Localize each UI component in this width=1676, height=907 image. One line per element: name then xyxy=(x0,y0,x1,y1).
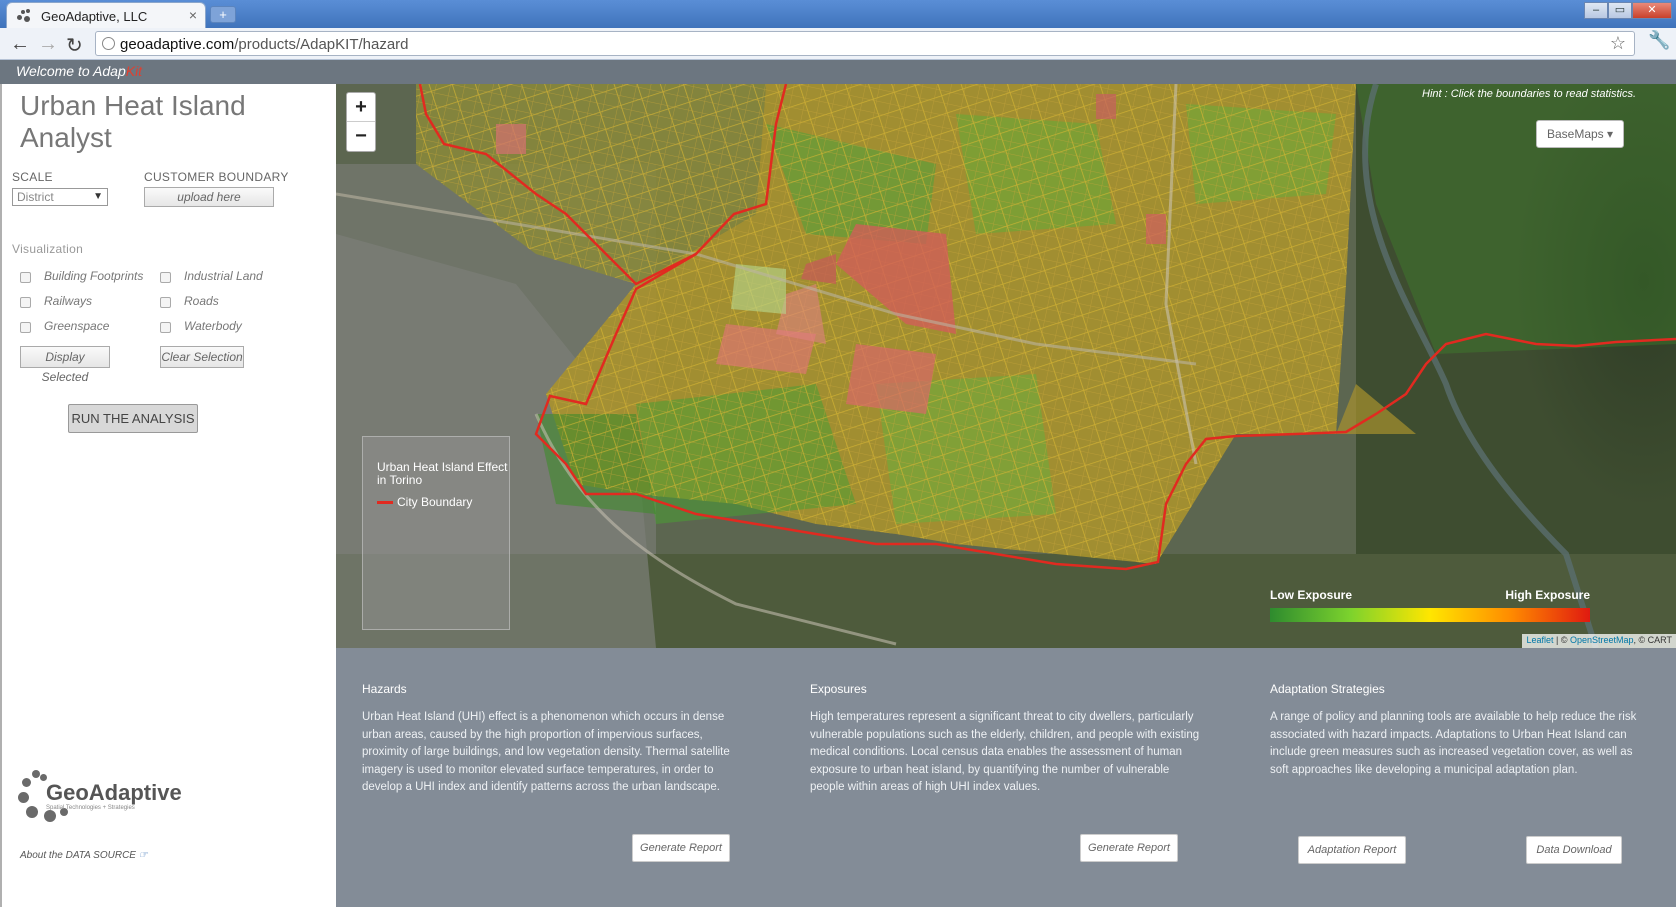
display-selected-button[interactable]: Display Selected xyxy=(20,346,110,384)
sidebar: Urban Heat Island Analyst SCALE District… xyxy=(0,84,336,907)
hazards-title: Hazards xyxy=(362,682,407,696)
high-exposure-label: High Exposure xyxy=(1505,588,1590,602)
chevron-down-icon: ▼ xyxy=(93,191,103,202)
welcome-bar: Welcome to AdapKit xyxy=(0,60,1676,84)
visualization-label: Visualization xyxy=(12,242,84,256)
scale-select[interactable]: District ▼ xyxy=(12,188,108,206)
scale-label: SCALE xyxy=(12,170,53,184)
greenspace-checkbox[interactable] xyxy=(20,322,31,333)
exposure-color-ramp xyxy=(1270,608,1590,622)
low-exposure-label: Low Exposure xyxy=(1270,588,1353,602)
geoadaptive-logo: GeoAdaptive Spatial Technologies + Strat… xyxy=(18,770,188,840)
maximize-button[interactable]: ▭ xyxy=(1608,2,1632,19)
browser-tab[interactable]: GeoAdaptive, LLC × xyxy=(6,2,206,28)
about-link-label: About the DATA SOURCE xyxy=(20,850,136,861)
building-footprints-checkbox[interactable] xyxy=(20,272,31,283)
map-attribution: Leaflet | © OpenStreetMap, © CART xyxy=(1522,634,1676,648)
tab-close-icon[interactable]: × xyxy=(189,7,197,23)
exposures-generate-report-button[interactable]: Generate Report xyxy=(1080,834,1178,862)
leaflet-link[interactable]: Leaflet xyxy=(1526,635,1553,645)
url-path: /products/AdapKIT/hazard xyxy=(234,36,409,53)
minimize-button[interactable]: ‒ xyxy=(1584,2,1608,19)
tab-title: GeoAdaptive, LLC xyxy=(41,9,148,24)
clear-selection-button[interactable]: Clear Selection xyxy=(160,346,244,368)
adaptation-text: A range of policy and planning tools are… xyxy=(1270,711,1637,776)
roads-checkbox[interactable] xyxy=(160,297,171,308)
globe-icon xyxy=(102,37,115,50)
address-bar[interactable]: geoadaptive.com/products/AdapKIT/hazard … xyxy=(95,31,1635,56)
forward-arrow-icon[interactable]: → xyxy=(38,33,58,56)
basemaps-button[interactable]: BaseMaps ▾ xyxy=(1536,120,1624,148)
run-analysis-button[interactable]: RUN THE ANALYSIS xyxy=(68,404,198,433)
city-boundary-swatch xyxy=(377,501,393,504)
reload-icon[interactable]: ↻ xyxy=(66,33,83,58)
adaptation-title: Adaptation Strategies xyxy=(1270,682,1385,696)
logo-name: GeoAdaptive xyxy=(46,780,182,805)
railways-checkbox[interactable] xyxy=(20,297,31,308)
wrench-menu-icon[interactable]: 🔧 xyxy=(1648,30,1670,51)
exposures-text: High temperatures represent a significan… xyxy=(810,711,1200,793)
window-close-button[interactable]: ✕ xyxy=(1632,2,1672,19)
welcome-kit: Kit xyxy=(125,63,143,79)
map-view[interactable]: + − Hint : Click the boundaries to read … xyxy=(336,84,1676,648)
roads-label: Roads xyxy=(184,294,219,308)
browser-chrome: GeoAdaptive, LLC × + ‒ ▭ ✕ ← → ↻ geoadap… xyxy=(0,0,1676,60)
building-footprints-label: Building Footprints xyxy=(44,269,144,283)
hazards-text: Urban Heat Island (UHI) effect is a phen… xyxy=(362,711,730,793)
hand-pointer-icon: ☞ xyxy=(138,850,148,861)
greenspace-label: Greenspace xyxy=(44,319,110,333)
browser-toolbar: ← → ↻ geoadaptive.com/products/AdapKIT/h… xyxy=(0,28,1676,60)
map-legend: Urban Heat Island Effect in Torino City … xyxy=(362,436,510,630)
page-title: Urban Heat Island Analyst xyxy=(20,90,246,153)
data-download-button[interactable]: Data Download xyxy=(1526,836,1622,864)
industrial-land-checkbox[interactable] xyxy=(160,272,171,283)
legend-city-boundary: City Boundary xyxy=(397,495,473,509)
url-domain: geoadaptive.com xyxy=(120,36,235,53)
bookmark-star-icon[interactable]: ☆ xyxy=(1610,33,1626,54)
map-hint: Hint : Click the boundaries to read stat… xyxy=(1422,88,1636,100)
hazards-generate-report-button[interactable]: Generate Report xyxy=(632,834,730,862)
industrial-land-label: Industrial Land xyxy=(184,269,263,283)
waterbody-label: Waterbody xyxy=(184,319,242,333)
welcome-prefix: Welcome to Adap xyxy=(16,63,126,79)
zoom-out-button[interactable]: − xyxy=(347,122,375,151)
customer-boundary-label: CUSTOMER BOUNDARY xyxy=(144,170,289,184)
waterbody-checkbox[interactable] xyxy=(160,322,171,333)
adaptation-report-button[interactable]: Adaptation Report xyxy=(1298,836,1406,864)
osm-link[interactable]: OpenStreetMap xyxy=(1570,635,1634,645)
tab-strip: GeoAdaptive, LLC × + ‒ ▭ ✕ xyxy=(0,0,1676,28)
railways-label: Railways xyxy=(44,294,93,308)
url-text: geoadaptive.com/products/AdapKIT/hazard xyxy=(120,36,409,53)
satellite-map-image xyxy=(336,84,1676,648)
zoom-control: + − xyxy=(346,92,376,152)
legend-title: Urban Heat Island Effect in Torino xyxy=(377,460,508,487)
exposures-title: Exposures xyxy=(810,682,867,696)
info-panel: Hazards Urban Heat Island (UHI) effect i… xyxy=(336,648,1676,907)
about-data-source-link[interactable]: About the DATA SOURCE ☞ xyxy=(20,850,148,861)
logo-tagline: Spatial Technologies + Strategies xyxy=(46,805,135,811)
attribution-carto: , © CART xyxy=(1633,635,1672,645)
zoom-in-button[interactable]: + xyxy=(347,93,375,122)
attribution-separator: | © xyxy=(1555,635,1570,645)
geoadaptive-favicon-icon xyxy=(17,9,33,23)
new-tab-button[interactable]: + xyxy=(210,6,236,23)
welcome-text: Welcome to AdapKit xyxy=(16,63,142,79)
scale-value: District xyxy=(17,190,54,204)
back-arrow-icon[interactable]: ← xyxy=(10,33,30,56)
upload-button[interactable]: upload here xyxy=(144,187,274,207)
